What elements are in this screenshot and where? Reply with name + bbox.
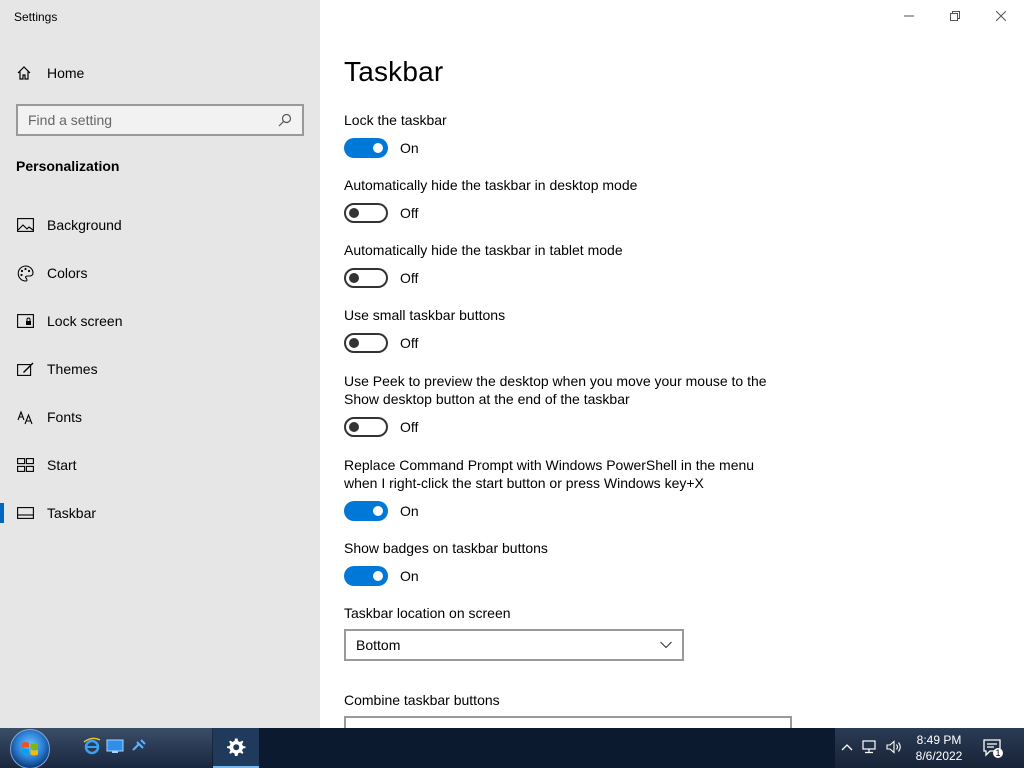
setting-label: Show badges on taskbar buttons [344,540,548,556]
home-label: Home [47,65,85,81]
sidebar-item-label: Themes [47,361,98,377]
app-title: Settings [14,10,58,24]
lock-screen-icon [16,312,34,330]
palette-icon [16,264,34,282]
settings-taskbar-button[interactable] [213,728,259,768]
clock-time: 8:49 PM [916,733,962,747]
toggle-switch[interactable] [344,138,388,158]
badges-toggle[interactable]: On [344,565,419,587]
sidebar-item-background[interactable]: Background [0,205,320,245]
internet-explorer-icon[interactable] [82,736,102,756]
clock-date: 8/6/2022 [915,749,963,763]
autohide-desktop-toggle[interactable]: Off [344,202,418,224]
volume-icon[interactable] [885,738,903,756]
sidebar-item-label: Taskbar [47,505,97,521]
start-icon [16,456,34,474]
setting-label: Lock the taskbar [344,112,447,128]
combine-dropdown[interactable] [344,716,792,728]
location-dropdown[interactable]: Bottom [344,629,684,661]
fonts-icon [16,408,34,426]
toggle-state: Off [400,205,419,221]
peek-toggle[interactable]: Off [344,416,418,438]
sidebar-item-lock-screen[interactable]: Lock screen [0,301,320,341]
toggle-switch[interactable] [344,333,388,353]
windows-logo-icon [22,742,38,756]
toggle-switch[interactable] [344,203,388,223]
image-icon [16,216,34,234]
toggle-state: Off [400,270,419,286]
toggle-switch[interactable] [344,501,388,521]
gear-icon [227,738,246,756]
notification-badge: 1 [995,748,1000,758]
network-icon[interactable] [861,738,879,756]
home-link[interactable]: Home [16,62,84,84]
taskbar-icon [16,504,34,522]
setting-label: Replace Command Prompt with Windows Powe… [344,457,755,491]
sidebar-item-taskbar[interactable]: Taskbar [0,493,320,533]
show-desktop-icon[interactable] [105,736,125,756]
notification-center-button[interactable]: 1 [982,737,1004,759]
sidebar-item-themes[interactable]: Themes [0,349,320,389]
search-icon[interactable] [278,113,292,127]
main-content: Taskbar Lock the taskbar On Automaticall… [344,0,1024,728]
setting-label: Use Peek to preview the desktop when you… [344,373,767,407]
toggle-state: On [400,503,419,519]
sidebar-item-start[interactable]: Start [0,445,320,485]
sidebar-item-colors[interactable]: Colors [0,253,320,293]
location-label: Taskbar location on screen [344,605,511,621]
powershell-toggle[interactable]: On [344,500,419,522]
toggle-state: On [400,568,419,584]
chevron-down-icon [660,641,672,649]
notification-icon: 1 [983,739,1003,758]
chevron-up-icon[interactable] [838,738,856,756]
toggle-state: Off [400,419,419,435]
start-button[interactable] [10,729,50,768]
sidebar: Settings Home Personalization Background… [0,0,320,728]
combine-label: Combine taskbar buttons [344,692,500,708]
sidebar-item-label: Colors [47,265,88,281]
sidebar-item-label: Start [47,457,77,473]
location-value: Bottom [356,637,401,653]
toggle-switch[interactable] [344,417,388,437]
small-buttons-toggle[interactable]: Off [344,332,418,354]
sidebar-item-label: Fonts [47,409,83,425]
themes-icon [16,360,34,378]
autohide-tablet-toggle[interactable]: Off [344,267,418,289]
section-title: Personalization [16,158,120,174]
setting-label: Automatically hide the taskbar in tablet… [344,242,623,258]
toggle-state: On [400,140,419,156]
clock[interactable]: 8:49 PM 8/6/2022 [910,732,968,764]
sidebar-item-label: Background [47,217,122,233]
setting-label: Automatically hide the taskbar in deskto… [344,177,638,193]
taskbar: 8:49 PM 8/6/2022 1 [0,728,1024,768]
lock-taskbar-toggle[interactable]: On [344,137,419,159]
pinned-app-icon[interactable] [129,736,149,756]
search-box[interactable] [16,104,304,136]
toggle-state: Off [400,335,419,351]
toggle-switch[interactable] [344,566,388,586]
page-title: Taskbar [344,56,444,87]
search-input[interactable] [28,112,278,128]
setting-label: Use small taskbar buttons [344,307,506,323]
sidebar-item-label: Lock screen [47,313,123,329]
home-icon [17,66,31,80]
sidebar-item-fonts[interactable]: Fonts [0,397,320,437]
toggle-switch[interactable] [344,268,388,288]
